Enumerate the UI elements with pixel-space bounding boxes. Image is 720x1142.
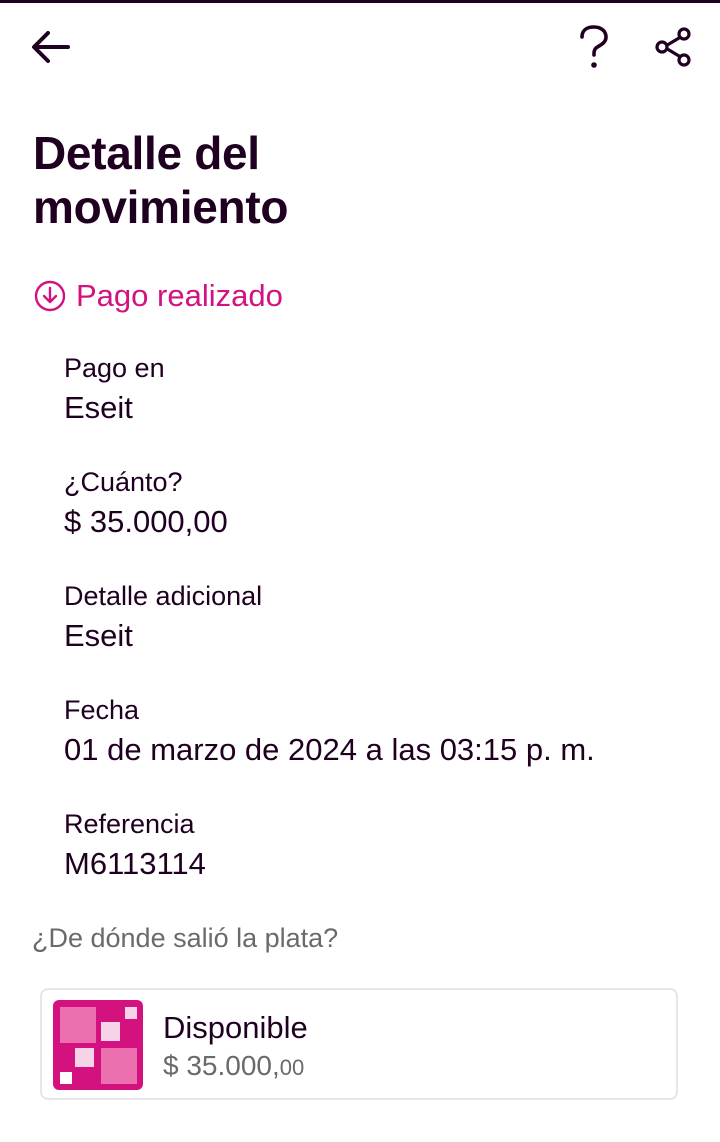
field-label: Pago en <box>64 353 165 383</box>
field-label: Detalle adicional <box>64 581 263 611</box>
page-title-line1: Detalle del <box>33 127 260 179</box>
arrow-left-icon <box>32 31 70 63</box>
field-value: 01 de marzo de 2024 a las 03:15 p. m. <box>64 732 595 767</box>
help-button[interactable] <box>570 23 618 71</box>
share-button[interactable] <box>650 23 698 71</box>
page-title: Detalle del movimiento <box>33 126 433 234</box>
arrow-down-circle-icon <box>34 280 66 312</box>
account-card-disponible[interactable]: Disponible $ 35.000,00 <box>40 988 678 1100</box>
field-label: Referencia <box>64 809 195 839</box>
header-bar <box>0 3 720 89</box>
account-amount: $ 35.000,00 <box>163 1046 304 1088</box>
source-question: ¿De dónde salió la plata? <box>32 923 339 953</box>
field-value: M6113114 <box>64 846 206 881</box>
movement-details: Pago en Eseit ¿Cuánto? $ 35.000,00 Detal… <box>64 348 684 918</box>
field-label: ¿Cuánto? <box>64 467 183 497</box>
share-icon <box>655 27 691 67</box>
account-name: Disponible <box>163 1010 308 1045</box>
pocket-logo-icon <box>53 1000 143 1090</box>
field-referencia: Referencia M6113114 <box>64 804 684 918</box>
back-button[interactable] <box>26 23 74 71</box>
field-value: Eseit <box>64 618 133 653</box>
status-row: Pago realizado <box>34 276 283 316</box>
field-fecha: Fecha 01 de marzo de 2024 a las 03:15 p.… <box>64 690 684 804</box>
field-value: Eseit <box>64 390 133 425</box>
account-amount-main: $ 35.000, <box>163 1050 280 1081</box>
field-value: $ 35.000,00 <box>64 504 228 539</box>
field-pago-en: Pago en Eseit <box>64 348 684 462</box>
status-label: Pago realizado <box>76 278 283 313</box>
field-detalle-adicional: Detalle adicional Eseit <box>64 576 684 690</box>
field-label: Fecha <box>64 695 140 725</box>
page-title-line2: movimiento <box>33 181 289 233</box>
question-icon <box>580 25 608 68</box>
field-cuanto: ¿Cuánto? $ 35.000,00 <box>64 462 684 576</box>
account-amount-cents: 00 <box>279 1055 305 1080</box>
app-screen: Detalle del movimiento Pago realizado Pa… <box>0 0 720 1142</box>
